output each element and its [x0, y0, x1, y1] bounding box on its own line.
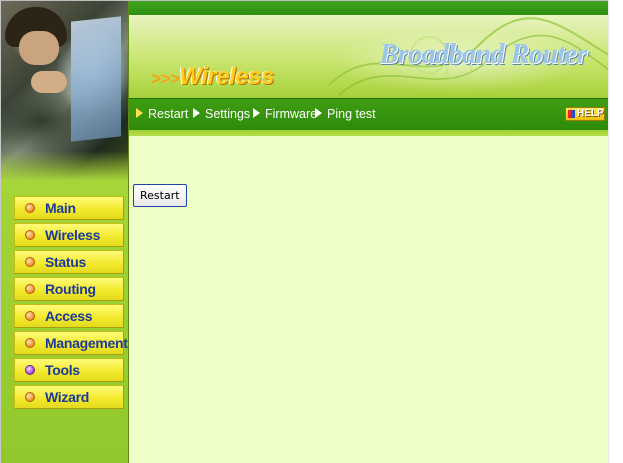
sidebar-item-label: Tools — [45, 362, 80, 378]
sidebar-item-label: Management — [45, 335, 128, 351]
main-content: Restart — [129, 136, 608, 463]
bullet-icon — [25, 311, 35, 321]
router-admin-page: Main Wireless Status Routing Access Mana… — [0, 0, 608, 463]
sidebar-item-main[interactable]: Main — [14, 196, 124, 220]
sidebar-item-tools[interactable]: Tools — [14, 358, 124, 382]
sidebar-item-label: Wizard — [45, 389, 89, 405]
sidebar-item-wireless[interactable]: Wireless — [14, 223, 124, 247]
sidebar-nav: Main Wireless Status Routing Access Mana… — [14, 196, 128, 412]
sidebar-item-label: Access — [45, 308, 93, 324]
menu-label: Settings — [205, 107, 251, 121]
sidebar-item-label: Main — [45, 200, 76, 216]
menu-label: Ping test — [327, 107, 376, 121]
menu-firmware[interactable]: Firmware — [253, 107, 317, 123]
menu-label: Restart — [148, 107, 189, 121]
sidebar-item-wizard[interactable]: Wizard — [14, 385, 124, 409]
header-photo — [1, 1, 128, 181]
arrow-right-icon — [193, 108, 200, 118]
bullet-icon — [25, 338, 35, 348]
arrow-right-icon — [136, 108, 143, 118]
bullet-icon — [25, 392, 35, 402]
section-name: Wireless — [179, 63, 274, 90]
arrow-right-icon — [315, 108, 322, 118]
active-bullet-icon — [25, 365, 35, 375]
help-label: HELP — [577, 108, 604, 119]
restart-button[interactable]: Restart — [133, 184, 187, 207]
bullet-icon — [25, 284, 35, 294]
sidebar-item-status[interactable]: Status — [14, 250, 124, 274]
sidebar-item-label: Routing — [45, 281, 96, 297]
left-sidebar: Main Wireless Status Routing Access Mana… — [1, 1, 129, 463]
hand-image — [31, 71, 67, 93]
page-header: >>>Wireless Broadband Router Restart Set… — [129, 1, 608, 136]
sidebar-item-management[interactable]: Management — [14, 331, 128, 355]
bullet-icon — [25, 257, 35, 267]
sidebar-item-label: Wireless — [45, 227, 101, 243]
help-button[interactable]: HELP — [565, 107, 605, 121]
child-face-image — [19, 31, 59, 65]
menu-restart[interactable]: Restart — [136, 107, 188, 123]
flag-icon — [568, 110, 575, 118]
sidebar-item-access[interactable]: Access — [14, 304, 124, 328]
section-title: >>>Wireless — [151, 63, 274, 91]
menu-settings[interactable]: Settings — [193, 107, 250, 123]
menu-ping-test[interactable]: Ping test — [315, 107, 376, 123]
top-menu-bar: Restart Settings Firmware Ping test HELP — [129, 98, 608, 131]
section-prefix: >>> — [151, 69, 180, 88]
bullet-icon — [25, 230, 35, 240]
bullet-icon — [25, 203, 35, 213]
window-right-margin — [608, 0, 623, 463]
photo-fade — [1, 151, 128, 181]
header-banner: >>>Wireless Broadband Router — [129, 15, 608, 98]
brand-logo: Broadband Router — [379, 39, 588, 70]
header-top-strip — [129, 1, 608, 15]
monitor-image — [71, 16, 121, 142]
arrow-right-icon — [253, 108, 260, 118]
menu-label: Firmware — [265, 107, 318, 121]
sidebar-item-label: Status — [45, 254, 86, 270]
sidebar-item-routing[interactable]: Routing — [14, 277, 124, 301]
